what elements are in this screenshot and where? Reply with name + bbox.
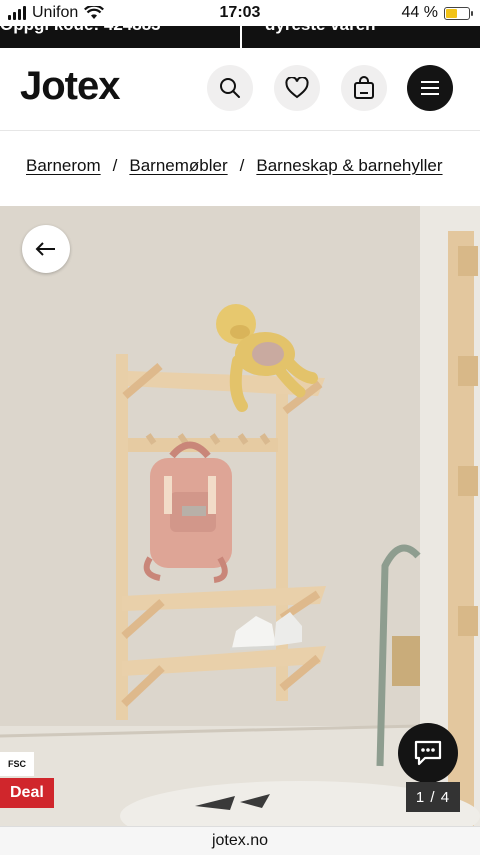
promo-divider xyxy=(240,26,242,48)
breadcrumb-item-barnemobler[interactable]: Barnemøbler xyxy=(129,156,227,175)
battery-icon xyxy=(444,6,473,20)
heart-icon xyxy=(285,77,309,99)
site-header: Jotex xyxy=(0,48,480,131)
breadcrumb: Barnerom / Barnemøbler / Barneskap & barnehy… xyxy=(26,156,443,176)
wifi-icon xyxy=(84,6,105,19)
menu-icon xyxy=(421,81,439,95)
promo-banner[interactable]: Oppgi kode: 424883 dyreste varen xyxy=(0,26,480,48)
chat-button[interactable] xyxy=(398,723,458,783)
breadcrumb-item-barnerom[interactable]: Barnerom xyxy=(26,156,101,175)
product-image-gallery[interactable]: FSC Deal 1 / 4 xyxy=(0,206,480,826)
breadcrumb-item-barneskap[interactable]: Barneskap & barnehyller xyxy=(256,156,442,175)
search-icon xyxy=(220,78,240,98)
deal-badge: Deal xyxy=(0,778,54,808)
promo-code-text: Oppgi kode: 424883 xyxy=(0,26,161,35)
arrow-left-icon xyxy=(35,242,55,256)
back-button[interactable] xyxy=(22,225,70,273)
chat-icon xyxy=(414,740,442,766)
image-counter: 1 / 4 xyxy=(406,782,460,812)
status-bar: Unifon 17:03 44 % xyxy=(0,0,480,26)
search-button[interactable] xyxy=(207,65,253,111)
jotex-logo[interactable]: Jotex xyxy=(20,64,120,109)
carrier-name: Unifon xyxy=(32,4,79,21)
bag-icon xyxy=(354,76,374,99)
browser-url-bar[interactable]: jotex.no xyxy=(0,826,480,855)
cart-button[interactable] xyxy=(341,65,387,111)
signal-icon xyxy=(8,6,26,20)
wishlist-button[interactable] xyxy=(274,65,320,111)
promo-text: dyreste varen xyxy=(265,26,376,35)
breadcrumb-separator: / xyxy=(239,156,245,175)
battery-percent: 44 % xyxy=(401,4,438,21)
fsc-badge: FSC xyxy=(0,752,34,776)
menu-button[interactable] xyxy=(407,65,453,111)
breadcrumb-separator: / xyxy=(112,156,118,175)
